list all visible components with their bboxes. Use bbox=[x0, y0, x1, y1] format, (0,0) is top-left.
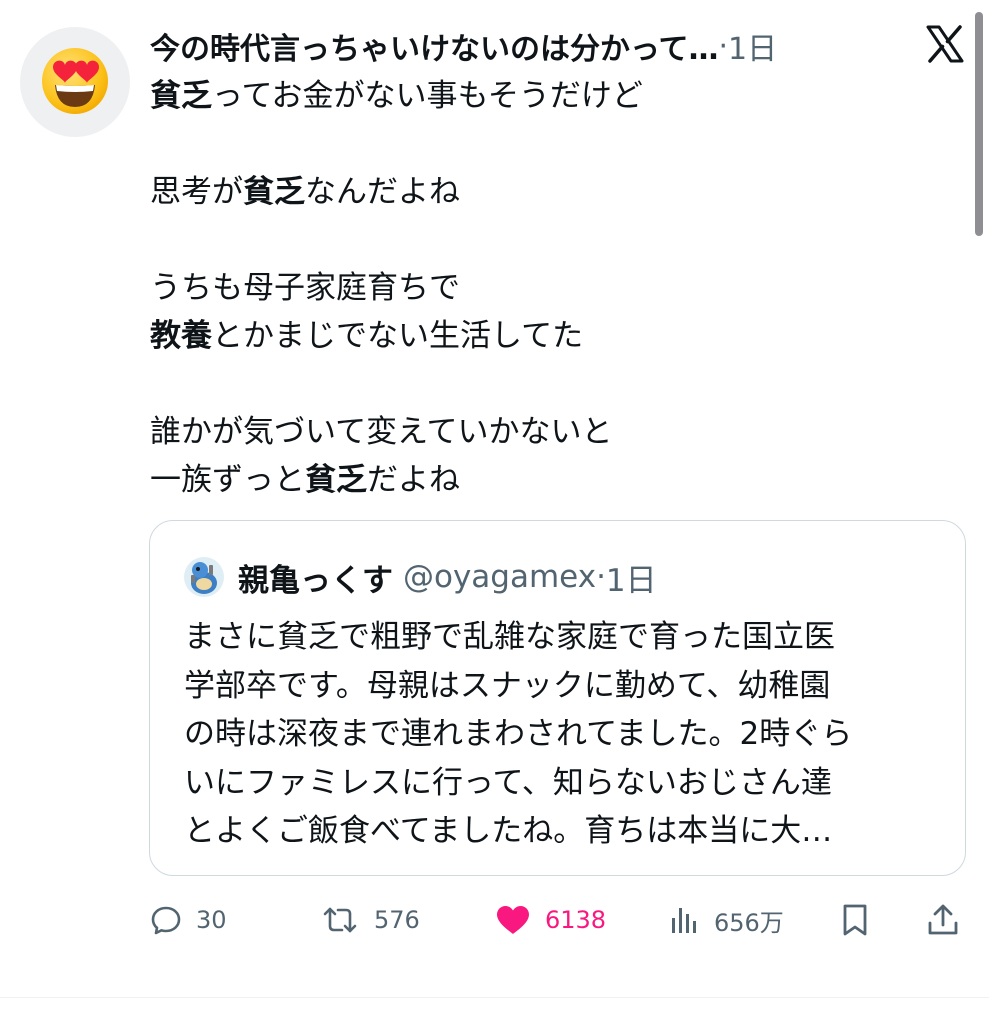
post-text-line: 誰かが気づいて変えていかないと bbox=[150, 408, 940, 456]
bold-text: 貧乏 bbox=[305, 462, 367, 498]
bold-text: 貧乏 bbox=[243, 174, 305, 210]
post-time[interactable]: 1日 bbox=[728, 24, 777, 68]
reply-icon bbox=[151, 906, 181, 935]
quoted-text-line: 学部卒です。母親はスナックに勤めて、幼稚園 bbox=[184, 667, 831, 704]
quoted-author-handle[interactable]: @oyagamex bbox=[403, 559, 596, 595]
repost-icon bbox=[323, 907, 357, 933]
reply-count: 30 bbox=[196, 906, 227, 934]
text-segment: ってお金がない事もそうだけど bbox=[212, 78, 643, 114]
views-icon bbox=[672, 908, 696, 933]
text-segment: なんだよね bbox=[305, 174, 460, 210]
text-segment: うちも母子家庭育ちで bbox=[150, 270, 460, 306]
share-icon bbox=[928, 904, 958, 935]
post-text: 貧乏ってお金がない事もそうだけど 思考が貧乏なんだよね うちも母子家庭育ちで 教養とか… bbox=[150, 72, 940, 504]
bookmark-button[interactable] bbox=[840, 896, 870, 944]
text-segment: とかまじでない生活してた bbox=[212, 318, 584, 354]
x-logo-icon bbox=[926, 25, 964, 63]
quoted-text-line: いにファミレスに行って、知らないおじさん達 bbox=[184, 764, 832, 801]
like-count: 6138 bbox=[545, 906, 607, 934]
text-segment: だよね bbox=[367, 462, 460, 498]
repost-button[interactable]: 576 bbox=[320, 896, 420, 944]
author-name[interactable]: 今の時代言っちゃいけないのは分かって… bbox=[150, 24, 719, 68]
post-text-line: 思考が貧乏なんだよね bbox=[150, 168, 940, 216]
author-avatar[interactable] bbox=[20, 27, 130, 137]
post-text-line: 一族ずっと貧乏だよね bbox=[150, 456, 940, 504]
reply-button[interactable]: 30 bbox=[150, 896, 227, 944]
repost-count: 576 bbox=[374, 906, 420, 934]
views-count: 656万 bbox=[714, 908, 784, 937]
turtle-avatar-icon bbox=[191, 562, 217, 594]
quoted-post[interactable]: 親亀っくす @oyagamex · 1日 まさに貧乏で粗野で乱雑な家庭で育った国… bbox=[149, 520, 966, 876]
quoted-text-line: とよくご飯食べてましたね。育ちは本当に大… bbox=[184, 813, 833, 849]
share-button[interactable] bbox=[926, 896, 960, 944]
like-button[interactable]: 6138 bbox=[495, 896, 606, 944]
separator-dot: · bbox=[596, 559, 606, 595]
quoted-post-header: 親亀っくす @oyagamex · 1日 bbox=[184, 555, 657, 599]
separator-dot: · bbox=[718, 28, 729, 64]
post-text-line: 教養とかまじでない生活してた bbox=[150, 312, 940, 360]
views-button[interactable]: 656万 bbox=[668, 896, 784, 944]
post-text-line: 貧乏ってお金がない事もそうだけど bbox=[150, 72, 940, 120]
quoted-text-line: の時は深夜まで連れまわされてました。2時ぐら bbox=[184, 716, 853, 752]
post-text-line: うちも母子家庭育ちで bbox=[150, 264, 940, 312]
quoted-author-avatar[interactable] bbox=[184, 557, 224, 597]
bold-text: 貧乏 bbox=[150, 78, 212, 114]
bold-text: 教養 bbox=[150, 318, 212, 354]
bookmark-icon bbox=[843, 904, 867, 936]
post-header: 今の時代言っちゃいけないのは分かって… · 1日 bbox=[150, 22, 920, 70]
tweet-screen: 今の時代言っちゃいけないのは分かって… · 1日 貧乏ってお金がない事もそうだけ… bbox=[0, 0, 989, 1024]
text-segment: 誰かが気づいて変えていかないと bbox=[150, 414, 613, 450]
quoted-post-text: まさに貧乏で粗野で乱雑な家庭で育った国立医 学部卒です。母親はスナックに勤めて、… bbox=[184, 613, 944, 856]
text-segment: 一族ずっと bbox=[150, 462, 305, 498]
quoted-text-line: まさに貧乏で粗野で乱雑な家庭で育った国立医 bbox=[184, 619, 835, 655]
text-segment: 思考が bbox=[150, 174, 243, 210]
action-bar: 30 576 6138 656万 bbox=[150, 896, 970, 944]
heart-eyes-emoji-icon bbox=[42, 48, 108, 114]
quoted-author-name[interactable]: 親亀っくす bbox=[238, 555, 393, 600]
quoted-post-time: 1日 bbox=[605, 562, 657, 599]
divider bbox=[0, 997, 989, 998]
heart-icon bbox=[497, 906, 529, 934]
scrollbar[interactable] bbox=[975, 12, 983, 236]
